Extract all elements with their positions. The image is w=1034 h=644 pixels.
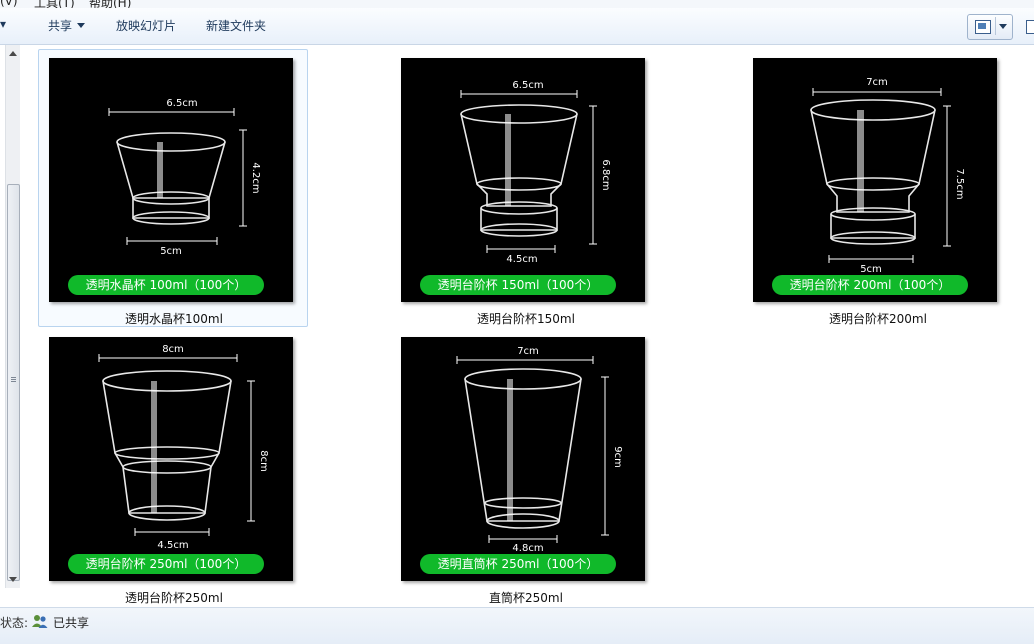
image-thumbnail: 8cm 8cm 4.5cm 透明台阶杯 250ml（100个） (49, 337, 293, 581)
image-thumbnail: 7cm 9cm 4.8cm 透明直筒杯 250ml（100个） (401, 337, 645, 581)
side-dimension: 6.8cm (600, 159, 611, 190)
side-dimension: 8cm (258, 450, 269, 472)
status-bar: 状态: 已共享 (0, 607, 1034, 644)
bottom-dimension: 4.5cm (506, 254, 537, 265)
scroll-down-icon[interactable] (9, 577, 17, 582)
view-dropdown-icon[interactable] (999, 24, 1007, 29)
thumbnail-label: 透明水晶杯 100ml（100个） (86, 278, 247, 292)
thumbnail-label: 透明直筒杯 250ml（100个） (438, 556, 599, 571)
side-dimension: 9cm (612, 446, 623, 468)
menu-bar: (V) 工具(T) 帮助(H) (0, 0, 1034, 8)
image-thumbnail: 6.5cm 6.8cm 4.5cm 透明台阶杯 150ml（100个） (401, 58, 645, 302)
bottom-dimension: 4.5cm (157, 540, 188, 551)
file-name[interactable]: 透明水晶杯100ml (39, 310, 309, 327)
status-label: 状态: (0, 616, 29, 630)
share-status: 已共享 (53, 616, 90, 630)
menu-tools[interactable]: 工具(T) (34, 0, 75, 8)
side-dimension: 7.5cm (954, 168, 965, 199)
bottom-dimension: 5cm (160, 246, 182, 257)
thumbnail-label: 透明台阶杯 200ml（100个） (790, 277, 951, 292)
change-view-button[interactable] (967, 14, 1013, 40)
chevron-down-icon (77, 23, 86, 28)
top-dimension: 7cm (517, 346, 539, 357)
view-icon (975, 20, 991, 34)
file-name[interactable]: 直筒杯250ml (391, 589, 661, 606)
image-thumbnail: 7cm 7.5cm 5cm 透明台阶杯 200ml（100个） (753, 58, 997, 302)
top-dimension: 6.5cm (166, 98, 197, 109)
file-name[interactable]: 透明台阶杯200ml (743, 310, 1013, 327)
file-item[interactable]: 8cm 8cm 4.5cm 透明台阶杯 250ml（100个） 透明台阶杯250… (38, 328, 308, 606)
thumbnail-label: 透明台阶杯 150ml（100个） (438, 277, 599, 292)
file-item[interactable]: 7cm 9cm 4.8cm 透明直筒杯 250ml（100个） 直筒杯250ml (390, 328, 660, 606)
command-bar: ▾ 共享 放映幻灯片 新建文件夹 (0, 8, 1034, 45)
scroll-up-icon[interactable] (9, 51, 17, 56)
side-dimension: 4.2cm (250, 162, 261, 193)
menu-view[interactable]: (V) (0, 0, 18, 8)
file-item[interactable]: 6.5cm 4.2cm 5cm 透明水晶杯 100ml（100个） 透明水晶杯1… (38, 49, 308, 327)
bottom-dimension: 5cm (860, 264, 882, 275)
share-button[interactable]: 共享 (48, 17, 86, 34)
file-item[interactable]: 7cm 7.5cm 5cm 透明台阶杯 200ml（100个） 透明台阶杯200… (742, 49, 1012, 327)
file-item[interactable]: 6.5cm 6.8cm 4.5cm 透明台阶杯 150ml（100个） 透明台阶… (390, 49, 660, 327)
menu-help[interactable]: 帮助(H) (89, 0, 131, 8)
file-name[interactable]: 透明台阶杯250ml (39, 589, 309, 606)
organize-button[interactable]: ▾ (0, 17, 6, 31)
slideshow-button[interactable]: 放映幻灯片 (116, 17, 176, 34)
share-button-label: 共享 (48, 19, 73, 33)
top-dimension: 6.5cm (512, 80, 543, 91)
shared-users-icon (32, 615, 48, 628)
top-dimension: 7cm (866, 77, 888, 88)
top-dimension: 8cm (162, 344, 184, 355)
new-folder-button[interactable]: 新建文件夹 (206, 17, 266, 34)
preview-pane-button[interactable] (1026, 20, 1034, 34)
file-view: 6.5cm 4.2cm 5cm 透明水晶杯 100ml（100个） 透明水晶杯1… (22, 45, 1034, 607)
image-thumbnail: 6.5cm 4.2cm 5cm 透明水晶杯 100ml（100个） (49, 58, 293, 302)
bottom-dimension: 4.8cm (512, 543, 543, 554)
nav-scrollbar[interactable] (5, 45, 20, 588)
scrollbar-thumb[interactable] (7, 184, 20, 581)
file-name[interactable]: 透明台阶杯150ml (391, 310, 661, 327)
thumbnail-label: 透明台阶杯 250ml（100个） (86, 556, 247, 571)
